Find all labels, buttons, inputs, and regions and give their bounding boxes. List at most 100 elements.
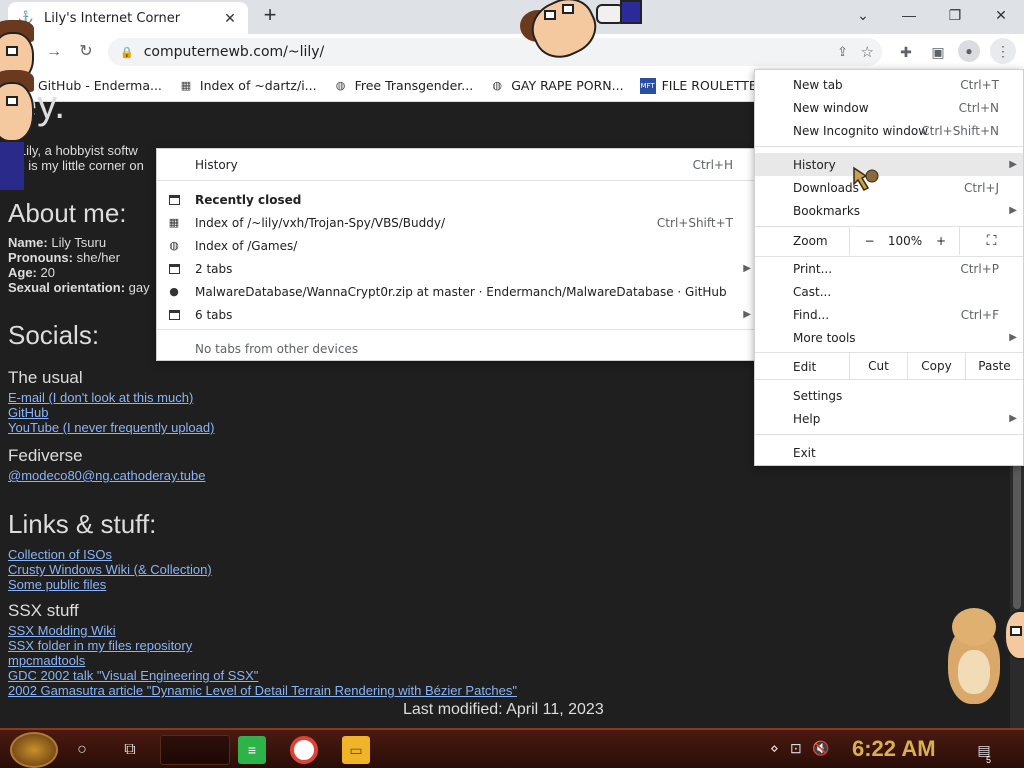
recent-item[interactable]: ● MalwareDatabase/WannaCrypt0r.zip at ma… xyxy=(157,280,757,303)
bookmark-item[interactable]: ▦ Index of ~dartz/i... xyxy=(178,78,317,94)
about-heading: About me: xyxy=(8,198,127,228)
network-icon[interactable]: ⊡ xyxy=(790,740,802,757)
bookmark-item[interactable]: ◍ Free Transgender... xyxy=(333,78,473,94)
zoom-level: 100% xyxy=(887,234,923,248)
lock-icon[interactable]: 🔒 xyxy=(120,46,134,59)
menu-exit[interactable]: Exit xyxy=(755,441,1023,464)
bookmark-star-icon[interactable]: ☆ xyxy=(861,43,874,61)
search-circle-icon[interactable]: ○ xyxy=(70,738,94,762)
zoom-row: Zoom − 100% + ⛶ xyxy=(755,227,1023,255)
chrome-menu-icon[interactable]: ⋮ xyxy=(990,38,1016,64)
profile-avatar-icon[interactable]: ● xyxy=(958,40,980,62)
menu-new-window[interactable]: New window Ctrl+N xyxy=(755,96,1023,119)
extensions-icon[interactable]: ✚ xyxy=(894,40,918,64)
start-button[interactable] xyxy=(10,732,58,768)
taskbar-slot xyxy=(160,735,230,765)
globe-icon: ◍ xyxy=(492,79,503,92)
menu-help[interactable]: Help ▶ xyxy=(755,407,1023,430)
taskbar-clock[interactable]: 6:22 AM xyxy=(852,736,936,762)
menu-more-tools[interactable]: More tools ▶ xyxy=(755,326,1023,349)
notes-app-icon[interactable]: ≡ xyxy=(238,736,266,764)
email-link[interactable]: E-mail (I don't look at this much) xyxy=(8,390,214,405)
tray-overflow-icon[interactable]: ⋄ xyxy=(770,740,779,757)
ssx-link-item[interactable]: SSX Modding Wiki xyxy=(8,623,517,638)
new-tab-button[interactable]: + xyxy=(258,4,282,28)
address-bar[interactable]: 🔒 computernewb.com/~lily/ ⇪ ☆ xyxy=(108,38,882,66)
window-icon xyxy=(167,193,181,207)
last-modified: Last modified: April 11, 2023 xyxy=(403,701,604,718)
cut-button[interactable]: Cut xyxy=(849,353,907,379)
usual-links: E-mail (I don't look at this much) GitHu… xyxy=(8,390,214,435)
browser-tab[interactable]: ⚓ Lily's Internet Corner ✕ xyxy=(8,2,248,34)
menu-settings[interactable]: Settings xyxy=(755,384,1023,407)
cartoon-character-icon xyxy=(0,18,40,190)
reload-icon[interactable]: ↻ xyxy=(74,40,98,64)
link-item[interactable]: Crusty Windows Wiki (& Collection) xyxy=(8,562,212,577)
tab-strip: ⚓ Lily's Internet Corner ✕ + ⌄ — ❐ ✕ xyxy=(0,0,1024,34)
taskbar: ○ ⧉ ≡ ▭ ⋄ ⊡ 🔇 6:22 AM ▤ 5 xyxy=(0,728,1024,768)
bookmark-item[interactable]: ◍ GAY RAPE PORN... xyxy=(489,78,623,94)
github-link[interactable]: GitHub xyxy=(8,405,214,420)
menu-downloads[interactable]: Downloads Ctrl+J xyxy=(755,176,1023,199)
submenu-arrow-icon: ▶ xyxy=(1009,159,1017,170)
submenu-arrow-icon: ▶ xyxy=(743,309,751,320)
file-explorer-icon[interactable]: ▭ xyxy=(342,736,370,764)
close-tab-icon[interactable]: ✕ xyxy=(222,10,238,27)
browser-toolbar: ← → ↻ 🔒 computernewb.com/~lily/ ⇪ ☆ ✚ ▣ xyxy=(0,34,1024,70)
forward-icon[interactable]: → xyxy=(42,40,66,64)
desktop-screen: ⚓ Lily's Internet Corner ✕ + ⌄ — ❐ ✕ ← →… xyxy=(0,0,1024,768)
ssx-heading: SSX stuff xyxy=(8,601,79,620)
copy-button[interactable]: Copy xyxy=(907,353,965,379)
cartoon-character-icon xyxy=(516,0,642,67)
links-heading: Links & stuff: xyxy=(8,509,157,539)
menu-bookmarks[interactable]: Bookmarks ▶ xyxy=(755,199,1023,222)
ssx-links: SSX Modding Wiki SSX folder in my files … xyxy=(8,623,517,698)
ssx-link-item[interactable]: mpcmadtools xyxy=(8,653,517,668)
link-item[interactable]: Collection of ISOs xyxy=(8,547,212,562)
menu-print[interactable]: Print... Ctrl+P xyxy=(755,257,1023,280)
recent-item[interactable]: ▦ Index of /~lily/vxh/Trojan-Spy/VBS/Bud… xyxy=(157,211,757,234)
paste-button[interactable]: Paste xyxy=(965,353,1023,379)
edit-row: Edit Cut Copy Paste xyxy=(755,353,1023,379)
zoom-in-button[interactable]: + xyxy=(927,227,955,255)
globe-icon: ◍ xyxy=(169,239,179,252)
links-list: Collection of ISOs Crusty Windows Wiki (… xyxy=(8,547,212,592)
youtube-link[interactable]: YouTube (I never frequently upload) xyxy=(8,420,214,435)
ssx-link-item[interactable]: GDC 2002 talk "Visual Engineering of SSX… xyxy=(8,668,517,683)
submenu-arrow-icon: ▶ xyxy=(1009,205,1017,216)
fediverse-links: @modeco80@ng.cathoderay.tube xyxy=(8,468,205,483)
fullscreen-icon[interactable]: ⛶ xyxy=(959,227,1023,255)
volume-muted-icon[interactable]: 🔇 xyxy=(812,740,829,757)
window-icon xyxy=(167,262,181,276)
close-window-button[interactable]: ✕ xyxy=(988,4,1014,26)
recent-item[interactable]: ◍ Index of /Games/ xyxy=(157,234,757,257)
tab-search-icon[interactable]: ⌄ xyxy=(850,4,876,26)
menu-history[interactable]: History ▶ xyxy=(755,153,1023,176)
menu-cast[interactable]: Cast... xyxy=(755,280,1023,303)
share-icon[interactable]: ⇪ xyxy=(837,44,848,60)
submenu-arrow-icon: ▶ xyxy=(1009,332,1017,343)
ssx-link-item[interactable]: 2002 Gamasutra article "Dynamic Level of… xyxy=(8,683,517,698)
menu-new-tab[interactable]: New tab Ctrl+T xyxy=(755,73,1023,96)
recent-item[interactable]: 6 tabs ▶ xyxy=(157,303,757,326)
chrome-app-icon[interactable] xyxy=(290,736,318,764)
socials-heading: Socials: xyxy=(8,320,100,350)
ssx-link-item[interactable]: SSX folder in my files repository xyxy=(8,638,517,653)
url-text: computernewb.com/~lily/ xyxy=(143,44,325,60)
file-index-icon: ▦ xyxy=(180,79,192,92)
usual-heading: The usual xyxy=(8,368,83,387)
restore-button[interactable]: ❐ xyxy=(942,4,968,26)
notification-count: 5 xyxy=(986,755,992,765)
minimize-button[interactable]: — xyxy=(896,4,922,26)
bookmark-item[interactable]: MFT FILE ROULETTE xyxy=(639,77,757,94)
menu-find[interactable]: Find... Ctrl+F xyxy=(755,303,1023,326)
fediverse-link[interactable]: @modeco80@ng.cathoderay.tube xyxy=(8,468,205,483)
side-panel-icon[interactable]: ▣ xyxy=(926,40,950,64)
history-item[interactable]: History Ctrl+H xyxy=(157,153,757,176)
submenu-arrow-icon: ▶ xyxy=(743,263,751,274)
recent-item[interactable]: 2 tabs ▶ xyxy=(157,257,757,280)
task-view-icon[interactable]: ⧉ xyxy=(118,738,142,762)
menu-incognito[interactable]: New Incognito window Ctrl+Shift+N xyxy=(755,119,1023,142)
notification-center-icon[interactable]: ▤ 5 xyxy=(972,738,996,765)
link-item[interactable]: Some public files xyxy=(8,577,212,592)
